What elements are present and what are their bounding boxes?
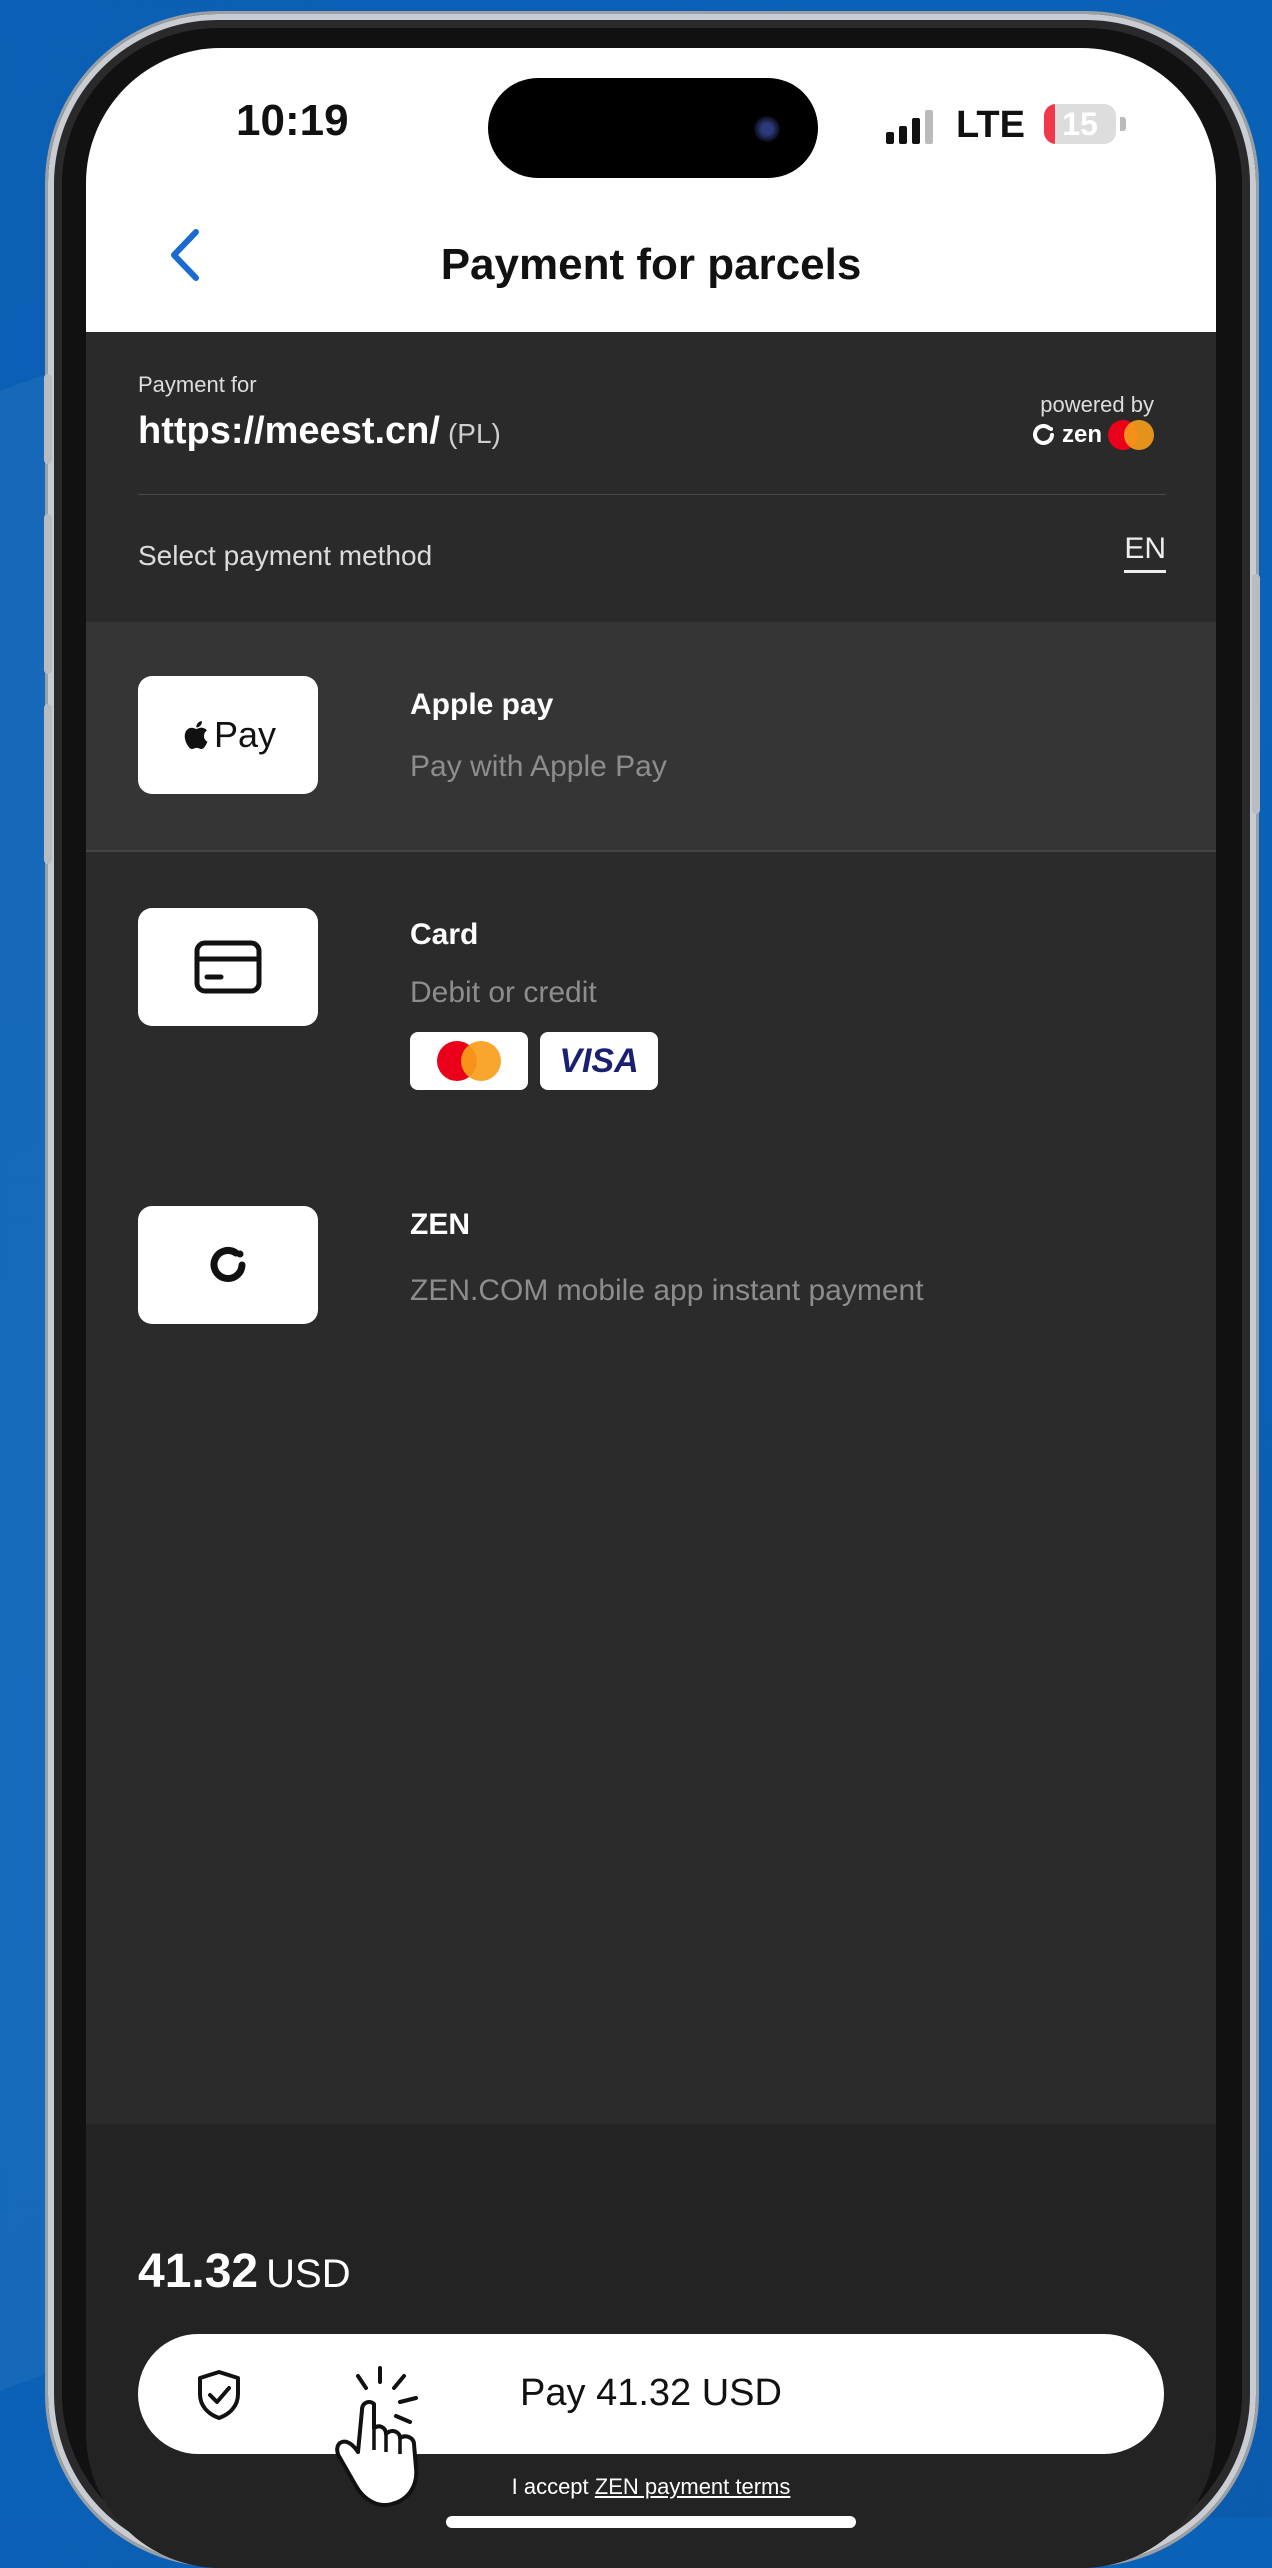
divider <box>138 494 1166 495</box>
battery-tip <box>1120 117 1126 131</box>
network-type: LTE <box>956 104 1025 146</box>
select-method-label: Select payment method <box>138 540 433 571</box>
apple-logo-icon <box>184 721 208 750</box>
method-title: ZEN <box>410 1208 470 1241</box>
method-title: Card <box>410 918 479 951</box>
apple-pay-tile-text: Pay <box>213 714 277 755</box>
payment-for-label: Payment for <box>138 372 257 397</box>
method-apple-pay[interactable]: Pay Apple pay Pay with Apple Pay <box>86 622 1216 850</box>
checkout-footer: 41.32 USD Pay 41.32 USD I accept ZEN pay… <box>86 2124 1216 2568</box>
merchant-country: (PL) <box>447 418 501 449</box>
status-bar: 10:19 LTE 15 <box>86 48 1216 198</box>
method-card[interactable]: Card Debit or credit VISA <box>86 852 1216 1142</box>
amount-value: 41.32 <box>138 2245 259 2298</box>
apple-pay-tile: Pay <box>138 676 318 794</box>
powered-by-label: powered by <box>1040 392 1154 417</box>
credit-card-icon <box>194 940 262 994</box>
camera-icon <box>754 116 780 142</box>
method-subtitle: Debit or credit <box>410 976 597 1009</box>
language-selector[interactable]: EN <box>1124 532 1166 573</box>
mastercard-badge <box>410 1032 528 1090</box>
merchant-header: Payment for https://meest.cn/(PL) powere… <box>86 332 1216 622</box>
signal-icon <box>886 110 933 144</box>
power-button <box>1252 574 1260 814</box>
visa-badge: VISA <box>540 1032 658 1090</box>
mastercard-icon <box>437 1041 501 1081</box>
terms-text: I accept ZEN payment terms <box>86 2474 1216 2500</box>
card-tile <box>138 908 318 1026</box>
volume-up-button <box>44 514 52 674</box>
total-amount: 41.32 USD <box>138 2244 351 2299</box>
pay-button-label: Pay 41.32 USD <box>520 2372 782 2414</box>
method-subtitle: ZEN.COM mobile app instant payment <box>410 1274 924 1307</box>
phone-screen: 10:19 LTE 15 Payment for parcels Payment… <box>86 48 1216 2568</box>
terms-link[interactable]: ZEN payment terms <box>595 2474 791 2499</box>
pay-button[interactable]: Pay 41.32 USD <box>138 2334 1164 2507</box>
zen-tile <box>138 1206 318 1324</box>
mastercard-icon <box>1108 420 1154 450</box>
zen-logo-icon <box>210 1247 246 1282</box>
dynamic-island <box>488 78 818 178</box>
battery-icon: 15 <box>1044 104 1116 144</box>
merchant-url-text: https://meest.cn/ <box>138 410 440 452</box>
method-title: Apple pay <box>410 688 554 721</box>
method-zen[interactable]: ZEN ZEN.COM mobile app instant payment <box>86 1142 1216 1442</box>
battery-level: 15 <box>1062 106 1098 142</box>
page-title: Payment for parcels <box>440 240 862 289</box>
merchant-url: https://meest.cn/(PL) <box>138 410 501 453</box>
zen-logo-icon <box>1033 424 1054 445</box>
zen-brand: zen <box>1032 420 1154 450</box>
visa-logo-text: VISA <box>559 1041 639 1080</box>
terms-prefix: I accept <box>511 2474 589 2499</box>
amount-currency: USD <box>266 2252 351 2296</box>
status-time: 10:19 <box>236 96 349 145</box>
navigation-bar: Payment for parcels <box>86 198 1216 332</box>
action-button <box>44 374 52 464</box>
method-subtitle: Pay with Apple Pay <box>410 750 667 783</box>
zen-brand-text: zen <box>1061 421 1102 448</box>
volume-down-button <box>44 704 52 864</box>
